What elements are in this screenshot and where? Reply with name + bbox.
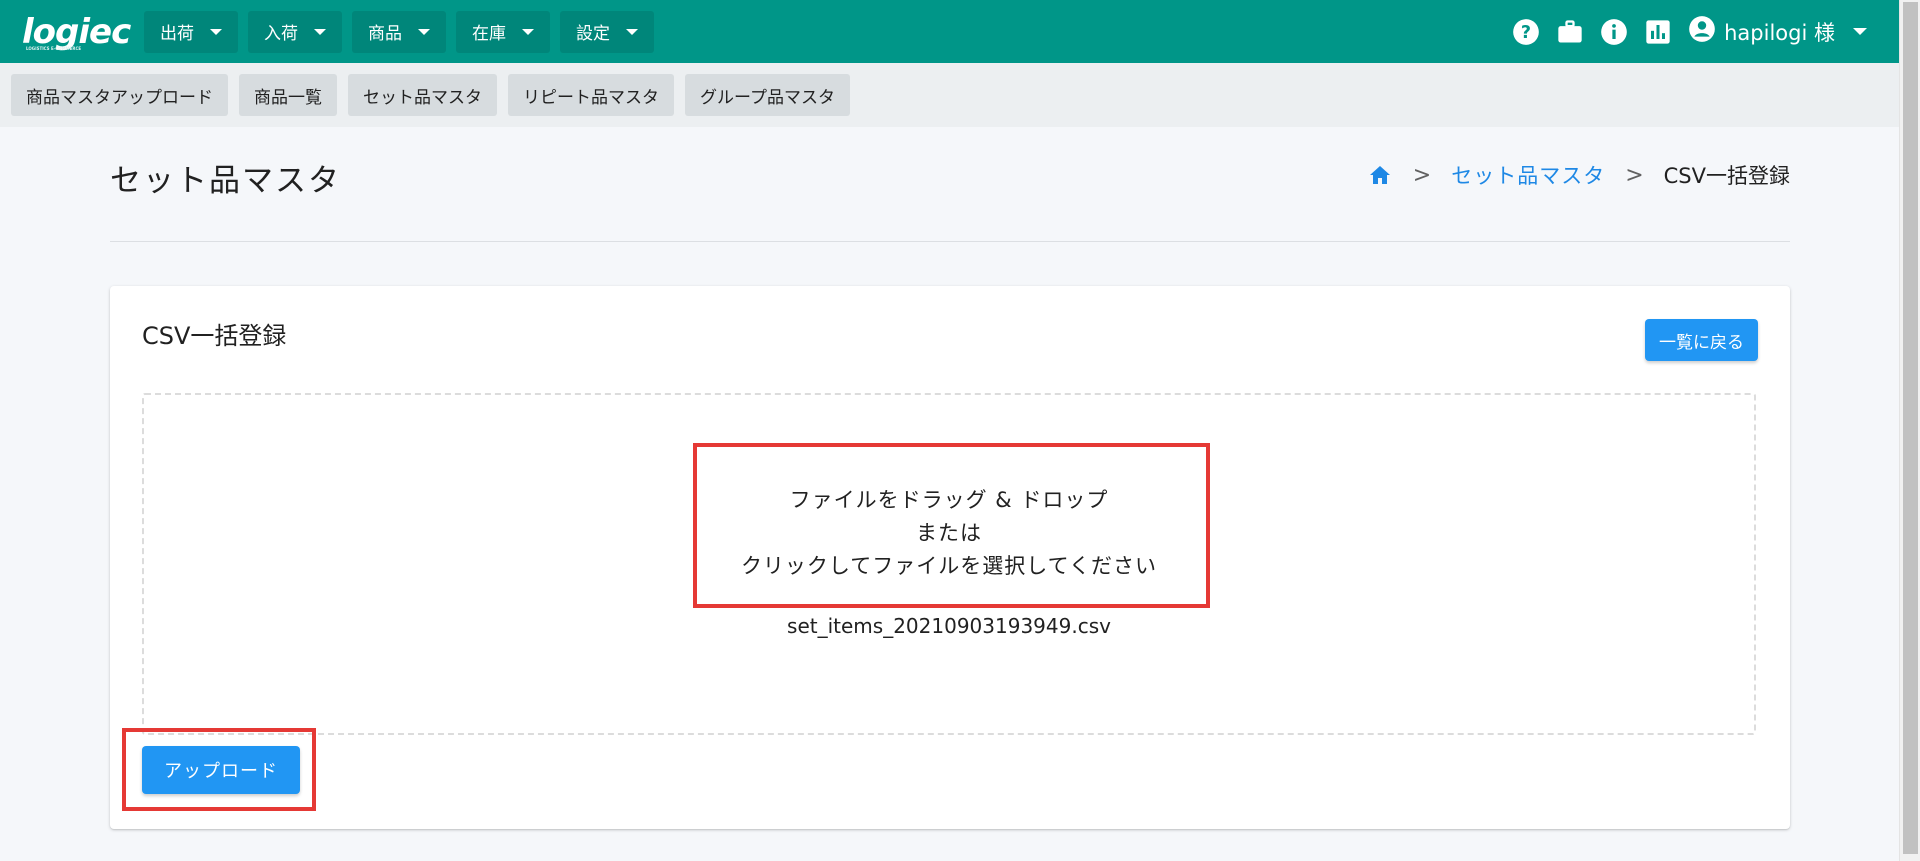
help-icon[interactable]: ?	[1512, 18, 1540, 46]
caret-down-icon	[1853, 28, 1867, 35]
top-right-tools: ? hapilogi 様	[1496, 0, 1867, 63]
annotation-highlight-dropzone	[693, 443, 1210, 608]
main-menu: 出荷 入荷 商品 在庫 設定	[144, 10, 664, 53]
vertical-scrollbar[interactable]	[1899, 0, 1920, 861]
subnav-item-product-master-upload[interactable]: 商品マスタアップロード	[11, 74, 228, 116]
menu-receiving-label: 入荷	[264, 24, 298, 44]
caret-down-icon	[210, 28, 222, 35]
user-name: hapilogi 様	[1724, 20, 1835, 45]
account-circle-icon	[1688, 15, 1716, 48]
menu-inventory[interactable]: 在庫	[456, 10, 550, 53]
logo-text: logiec	[22, 11, 131, 52]
top-navbar: logiec LOGISTICS E-COMMERCE 出荷 入荷 商品 在庫 …	[0, 0, 1899, 63]
chevron-right-icon: >	[1625, 162, 1644, 188]
sub-navbar: 商品マスタアップロード 商品一覧 セット品マスタ リピート品マスタ グループ品マ…	[0, 63, 1899, 127]
svg-text:?: ?	[1521, 22, 1531, 42]
breadcrumb-current: CSV一括登録	[1663, 164, 1790, 188]
menu-settings[interactable]: 設定	[560, 10, 654, 53]
caret-down-icon	[626, 28, 638, 35]
subnav-item-group-master[interactable]: グループ品マスタ	[685, 74, 850, 116]
chevron-right-icon: >	[1412, 162, 1432, 188]
menu-settings-label: 設定	[576, 24, 610, 44]
card-title: CSV一括登録	[142, 322, 287, 350]
subnav-item-repeat-master[interactable]: リピート品マスタ	[508, 74, 674, 116]
annotation-highlight-upload	[122, 728, 316, 811]
logiec-logo[interactable]: logiec LOGISTICS E-COMMERCE	[22, 12, 131, 52]
selected-file-name: set_items_20210903193949.csv	[787, 614, 1111, 638]
caret-down-icon	[522, 28, 534, 35]
home-icon[interactable]	[1367, 162, 1393, 188]
chart-icon[interactable]	[1644, 18, 1672, 46]
subnav-item-product-list[interactable]: 商品一覧	[239, 74, 337, 116]
logo-subtext: LOGISTICS E-COMMERCE	[26, 45, 82, 51]
header-divider	[110, 241, 1790, 242]
scrollbar-thumb[interactable]	[1903, 2, 1918, 854]
menu-products[interactable]: 商品	[352, 10, 446, 53]
subnav-item-set-master[interactable]: セット品マスタ	[348, 74, 497, 116]
menu-inventory-label: 在庫	[472, 24, 506, 44]
menu-receiving[interactable]: 入荷	[248, 10, 342, 53]
info-icon[interactable]	[1600, 18, 1628, 46]
back-to-list-button[interactable]: 一覧に戻る	[1645, 319, 1758, 361]
breadcrumb-link-set-master[interactable]: セット品マスタ	[1451, 160, 1605, 190]
page-title: セット品マスタ	[110, 163, 341, 199]
menu-products-label: 商品	[368, 24, 402, 44]
breadcrumb: > セット品マスタ > CSV一括登録	[1367, 160, 1790, 190]
menu-shipping[interactable]: 出荷	[144, 10, 238, 53]
briefcase-icon[interactable]	[1556, 18, 1584, 46]
menu-shipping-label: 出荷	[160, 24, 194, 44]
caret-down-icon	[314, 28, 326, 35]
caret-down-icon	[418, 28, 430, 35]
user-menu[interactable]: hapilogi 様	[1688, 15, 1867, 48]
